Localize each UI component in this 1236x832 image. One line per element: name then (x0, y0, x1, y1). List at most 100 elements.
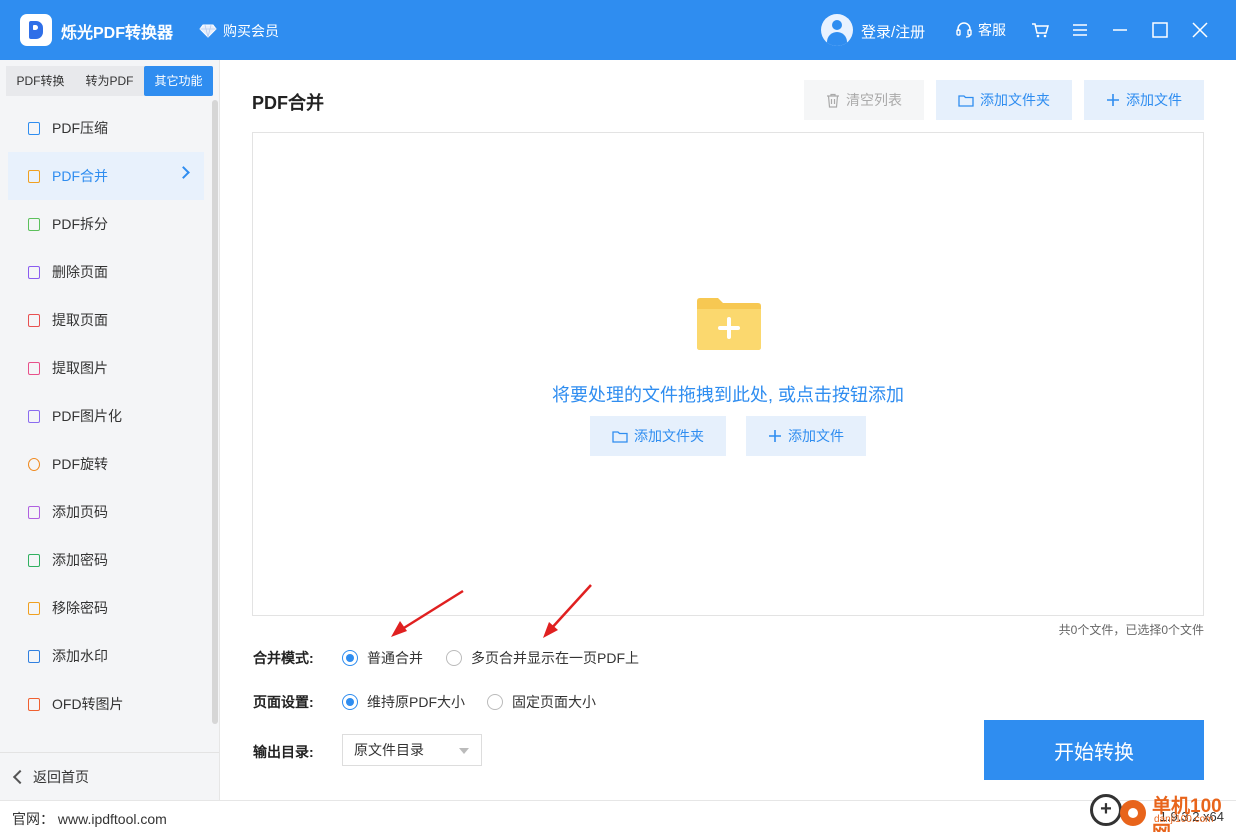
avatar-icon[interactable] (821, 14, 853, 46)
clear-list-button[interactable]: 清空列表 (804, 80, 924, 120)
app-logo-icon (20, 14, 52, 46)
start-convert-button[interactable]: 开始转换 (984, 720, 1204, 780)
tab-other-functions[interactable]: 其它功能 (144, 66, 213, 96)
extract-page-icon (28, 313, 40, 327)
page-title: PDF合并 (252, 93, 324, 113)
add-folder-label: 添加文件夹 (634, 428, 704, 444)
drop-hint-text: 将要处理的文件拖拽到此处, 或点击按钮添加 (552, 385, 904, 405)
watermark-logo: + 单机100网 danji100.com (1090, 790, 1230, 832)
radio-unchecked-icon (487, 694, 503, 710)
radio-label: 普通合并 (367, 650, 423, 666)
sidebar-item-pdf-merge[interactable]: PDF合并 (8, 152, 204, 200)
chevron-left-icon (12, 769, 28, 784)
sidebar-item-label: OFD转图片 (52, 696, 124, 712)
diamond-icon (199, 24, 217, 38)
sidebar-item-label: PDF拆分 (52, 216, 108, 232)
login-register-link[interactable]: 登录/注册 (861, 21, 925, 42)
delete-page-icon (28, 265, 40, 279)
merge-mode-normal-radio[interactable]: 普通合并 (342, 648, 423, 668)
sidebar-item-label: PDF压缩 (52, 120, 108, 136)
sidebar-scrollbar[interactable] (212, 100, 218, 724)
sidebar-item-label: PDF合并 (52, 168, 108, 184)
sidebar-item-label: 删除页面 (52, 264, 108, 280)
extract-image-icon (28, 361, 40, 375)
customer-service-label: 客服 (978, 22, 1006, 38)
compress-icon (28, 121, 40, 135)
sidebar-tabs: PDF转换 转为PDF 其它功能 (6, 66, 213, 96)
output-dir-label: 输出目录: (253, 744, 314, 760)
sidebar-item-remove-password[interactable]: 移除密码 (8, 584, 204, 632)
sidebar-item-pdf-split[interactable]: PDF拆分 (8, 200, 204, 248)
sidebar-item-pdf-rotate[interactable]: PDF旋转 (8, 440, 204, 488)
sidebar-item-pdf-to-image[interactable]: PDF图片化 (8, 392, 204, 440)
sidebar-item-delete-page[interactable]: 删除页面 (8, 248, 204, 296)
file-count-text: 共0个文件，已选择0个文件 (1058, 623, 1204, 637)
sidebar-item-label: PDF旋转 (52, 456, 108, 472)
split-icon (28, 217, 40, 231)
add-file-center-button[interactable]: 添加文件 (746, 416, 866, 456)
add-folder-label: 添加文件夹 (980, 92, 1050, 108)
tab-pdf-convert[interactable]: PDF转换 (6, 66, 75, 96)
sidebar-item-pdf-compress[interactable]: PDF压缩 (8, 104, 204, 152)
plus-icon (769, 430, 781, 442)
unlock-icon (28, 601, 40, 615)
back-home-button[interactable]: 返回首页 (0, 752, 219, 800)
trash-icon (827, 93, 839, 108)
merge-mode-label: 合并模式: (253, 650, 314, 666)
sidebar-item-extract-page[interactable]: 提取页面 (8, 296, 204, 344)
sidebar-menu: PDF压缩 PDF合并 PDF拆分 删除页面 提取页面 提取图片 PDF图片化 … (8, 104, 204, 728)
lock-icon (28, 553, 40, 567)
radio-checked-icon (342, 694, 358, 710)
cart-icon[interactable] (1030, 20, 1050, 40)
file-drop-zone[interactable]: 将要处理的文件拖拽到此处, 或点击按钮添加 添加文件夹 添加文件 (252, 132, 1204, 616)
watermark-sub: danji100.com (1154, 814, 1214, 825)
folder-add-icon (697, 298, 761, 350)
page-fixed-size-radio[interactable]: 固定页面大小 (487, 692, 596, 712)
radio-unchecked-icon (446, 650, 462, 666)
sidebar-item-label: 添加密码 (52, 552, 108, 568)
page-keep-original-radio[interactable]: 维持原PDF大小 (342, 692, 465, 712)
sidebar-item-label: 提取图片 (52, 360, 108, 376)
official-site-link[interactable]: 官网： www.ipdftool.com (12, 809, 167, 829)
menu-icon[interactable] (1070, 20, 1090, 40)
pdf-to-image-icon (28, 409, 40, 423)
buy-vip-button[interactable]: 购买会员 (199, 20, 279, 42)
radio-label: 固定页面大小 (512, 694, 596, 710)
sidebar-item-add-page-number[interactable]: 添加页码 (8, 488, 204, 536)
page-setting-label: 页面设置: (253, 694, 314, 710)
merge-mode-multipage-radio[interactable]: 多页合并显示在一页PDF上 (446, 648, 639, 668)
orange-circle-icon (1120, 800, 1146, 826)
sidebar-item-add-watermark[interactable]: 添加水印 (8, 632, 204, 680)
folder-icon (612, 430, 628, 443)
watermark-icon (28, 649, 40, 663)
close-icon[interactable] (1190, 20, 1210, 40)
plus-icon (1107, 94, 1119, 106)
maximize-icon[interactable] (1150, 20, 1170, 40)
chevron-right-icon (177, 166, 190, 179)
folder-icon (958, 94, 974, 107)
sidebar-item-label: 移除密码 (52, 600, 108, 616)
minimize-icon[interactable] (1110, 20, 1130, 40)
watermark-text: 单机100网 (1152, 796, 1222, 832)
sidebar-item-extract-image[interactable]: 提取图片 (8, 344, 204, 392)
add-folder-button[interactable]: 添加文件夹 (936, 80, 1072, 120)
page-number-icon (28, 505, 40, 519)
sidebar-item-add-password[interactable]: 添加密码 (8, 536, 204, 584)
sidebar-item-ofd-to-image[interactable]: OFD转图片 (8, 680, 204, 728)
tab-to-pdf[interactable]: 转为PDF (75, 66, 144, 96)
customer-service-button[interactable]: 客服 (955, 20, 1006, 40)
output-dir-select[interactable]: 原文件目录 (342, 734, 482, 766)
sidebar: PDF转换 转为PDF 其它功能 PDF压缩 PDF合并 PDF拆分 删除页面 … (0, 60, 220, 800)
footer: 官网： www.ipdftool.com 1.9.3.2.x64 (0, 800, 1236, 832)
output-dir-value: 原文件目录 (354, 742, 424, 758)
sidebar-item-label: PDF图片化 (52, 408, 122, 424)
radio-checked-icon (342, 650, 358, 666)
add-file-button[interactable]: 添加文件 (1084, 80, 1204, 120)
sidebar-item-label: 添加页码 (52, 504, 108, 520)
add-folder-center-button[interactable]: 添加文件夹 (590, 416, 726, 456)
back-home-label: 返回首页 (33, 768, 89, 785)
merge-icon (28, 169, 40, 183)
add-file-label: 添加文件 (788, 428, 844, 444)
radio-label: 维持原PDF大小 (367, 694, 465, 710)
headset-icon (956, 22, 972, 38)
